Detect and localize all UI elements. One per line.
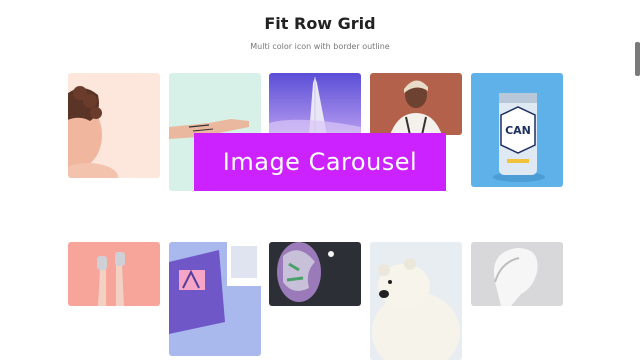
- polar-bear-photo[interactable]: [370, 242, 462, 360]
- page-title: Fit Row Grid: [264, 14, 376, 33]
- page-subtitle: Multi color icon with border outline: [250, 42, 390, 51]
- can-label-text: CAN: [505, 124, 531, 137]
- can-mockup-photo[interactable]: CAN: [471, 73, 563, 187]
- sculpted-head-photo[interactable]: [471, 242, 563, 306]
- smiling-woman-photo[interactable]: [370, 73, 462, 135]
- curly-hair-child-photo[interactable]: [68, 73, 160, 178]
- notebook-flatlay-photo[interactable]: [169, 242, 261, 356]
- painted-face-art-photo[interactable]: [269, 242, 361, 306]
- legs-in-air-photo[interactable]: [68, 242, 160, 306]
- burj-al-arab-photo[interactable]: [269, 73, 361, 135]
- image-carousel-banner: Image Carousel: [194, 133, 446, 191]
- scrollbar-thumb[interactable]: [635, 42, 640, 76]
